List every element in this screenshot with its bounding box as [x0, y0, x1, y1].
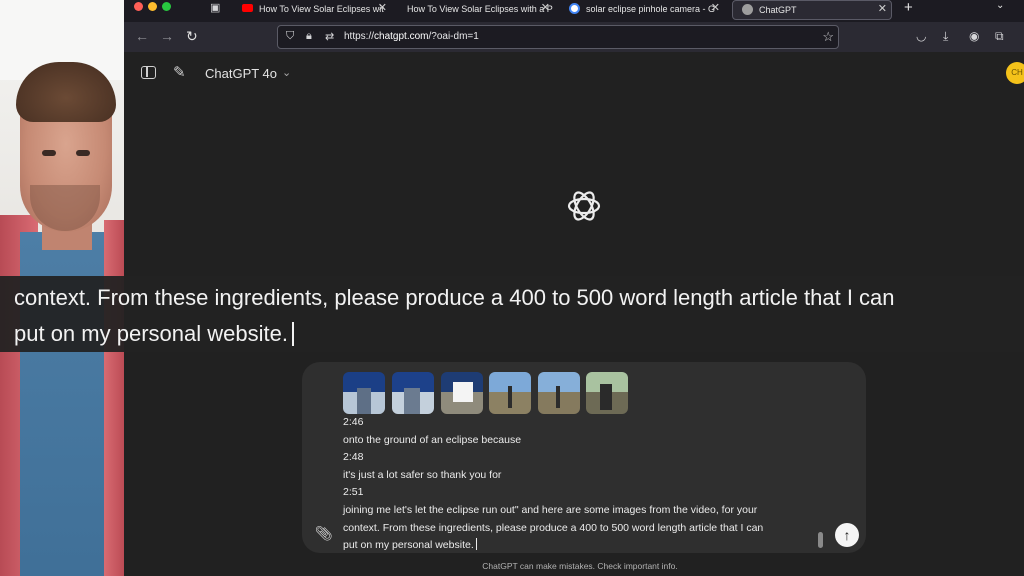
webcam-eye-right — [76, 150, 90, 156]
tab-youtube-2[interactable]: How To View Solar Eclipses with a P ✕ — [394, 0, 554, 20]
minimize-window-button[interactable] — [148, 2, 157, 11]
chevron-down-icon[interactable]: ⌄ — [282, 66, 291, 79]
prompt-line: context. From these ingredients, please … — [343, 521, 764, 534]
youtube-icon — [242, 4, 253, 12]
screen: ▣ How To View Solar Eclipses wit ✕ How T… — [0, 0, 1024, 576]
tab-google-search[interactable]: solar eclipse pinhole camera - G ✕ — [560, 0, 724, 20]
disclaimer-text: ChatGPT can make mistakes. Check importa… — [482, 561, 678, 571]
new-tab-button[interactable]: + — [904, 0, 913, 16]
prompt-textarea[interactable]: 2:46 onto the ground of an eclipse becau… — [343, 414, 823, 555]
openai-logo-icon — [567, 191, 601, 221]
sidebar-toggle-icon[interactable] — [141, 66, 156, 79]
avatar[interactable]: CH — [1006, 62, 1024, 84]
send-button[interactable]: ↑ — [835, 523, 859, 547]
permissions-icon[interactable]: ⇄ — [325, 30, 334, 43]
tab-label: ChatGPT — [759, 5, 797, 15]
tab-bar: ▣ How To View Solar Eclipses wit ✕ How T… — [124, 0, 1024, 22]
forward-button[interactable]: → — [160, 28, 174, 44]
close-tab-icon[interactable]: ✕ — [711, 2, 720, 14]
reload-button[interactable]: ↻ — [186, 28, 198, 45]
close-tab-icon[interactable]: ✕ — [378, 2, 387, 14]
bookmark-star-icon[interactable]: ☆ — [822, 29, 834, 45]
tab-label: solar eclipse pinhole camera - G — [586, 4, 716, 14]
navigation-toolbar: ← → ↻ ⛉ 🔒︎ ⇄ https://chatgpt.com/?oai-dm… — [124, 22, 1024, 52]
caption-line: put on my personal website. — [14, 321, 294, 347]
download-icon[interactable]: ⤓ — [943, 29, 948, 44]
new-chat-icon[interactable]: ✎ — [173, 63, 186, 81]
prompt-line: joining me let's let the eclipse run out… — [343, 503, 758, 516]
prompt-line: 2:46 — [343, 416, 364, 428]
extensions-icon[interactable]: ⧉ — [995, 29, 1004, 44]
caption-line: context. From these ingredients, please … — [14, 285, 895, 310]
tab-youtube-1[interactable]: How To View Solar Eclipses wit ✕ — [233, 0, 391, 20]
image-attachment[interactable] — [489, 372, 531, 414]
prompt-line: 2:48 — [343, 451, 364, 464]
tab-chatgpt[interactable]: ChatGPT ✕ — [732, 0, 892, 20]
image-attachment[interactable] — [538, 372, 580, 414]
scrollbar[interactable] — [818, 532, 823, 548]
webcam-eye-left — [42, 150, 56, 156]
caption-overlay: context. From these ingredients, please … — [0, 276, 1024, 352]
pocket-icon[interactable]: ◡ — [916, 29, 926, 43]
image-attachment[interactable] — [343, 372, 385, 414]
chatgpt-icon — [742, 4, 753, 15]
paperclip-icon[interactable]: 📎︎ — [315, 525, 333, 542]
prompt-line: put on my personal website. — [343, 537, 823, 555]
message-composer[interactable]: 2:46 onto the ground of an eclipse becau… — [302, 362, 866, 553]
prompt-line: 2:51 — [343, 486, 364, 499]
prompt-line: it's just a lot safer so thank you for — [343, 468, 502, 481]
model-selector[interactable]: ChatGPT 4o — [205, 66, 277, 81]
google-icon — [569, 3, 580, 14]
lock-icon[interactable]: 🔒︎ — [306, 30, 312, 43]
webcam-jacket-right — [104, 220, 124, 576]
tab-label: How To View Solar Eclipses wit — [259, 4, 384, 14]
zoom-window-button[interactable] — [162, 2, 171, 11]
tab-label: How To View Solar Eclipses with a P — [407, 4, 553, 14]
close-tab-icon[interactable]: ✕ — [541, 2, 550, 14]
shield-icon[interactable]: ⛉ — [286, 30, 294, 43]
chevron-down-icon[interactable]: ⌄ — [996, 0, 1004, 11]
tab-groups-icon[interactable]: ▣ — [210, 1, 220, 14]
close-window-button[interactable] — [134, 2, 143, 11]
close-tab-icon[interactable]: ✕ — [878, 3, 887, 15]
image-attachment[interactable] — [392, 372, 434, 414]
back-button[interactable]: ← — [135, 28, 149, 44]
prompt-line: onto the ground of an eclipse because — [343, 433, 522, 446]
text-cursor — [475, 538, 477, 551]
address-bar[interactable]: ⛉ 🔒︎ ⇄ https://chatgpt.com/?oai-dm=1 ☆ — [277, 25, 839, 49]
account-icon[interactable]: ◉ — [969, 29, 979, 43]
image-attachment[interactable] — [586, 372, 628, 414]
image-attachment[interactable] — [441, 372, 483, 414]
text-cursor — [291, 322, 294, 346]
url-text: https://chatgpt.com/?oai-dm=1 — [344, 31, 479, 42]
